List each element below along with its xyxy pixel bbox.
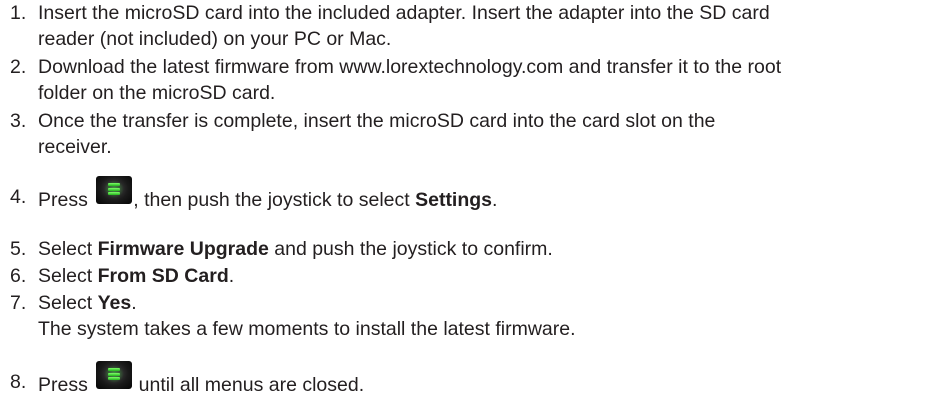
- step-prefix: Select: [38, 292, 98, 314]
- step-text-line: Select Yes.: [38, 290, 922, 316]
- step-note: The system takes a few moments to instal…: [38, 318, 576, 340]
- step-number: 6.: [10, 265, 27, 287]
- step-suffix: .: [492, 189, 498, 211]
- step-number: 8.: [10, 371, 27, 393]
- step-text-line: Press until all menus are closed.: [38, 361, 922, 398]
- step-text-line: Insert the microSD card into the include…: [38, 2, 770, 24]
- step-prefix: Select: [38, 265, 98, 287]
- step-text-line: Press , then push the joystick to select…: [38, 176, 922, 213]
- step-suffix: .: [228, 265, 235, 287]
- menu-button-icon: [96, 361, 133, 389]
- step-number: 3.: [10, 110, 27, 132]
- step-text-line: receiver.: [38, 136, 112, 158]
- step-text-line: folder on the microSD card.: [38, 82, 276, 104]
- step-bold-label: Settings: [415, 189, 493, 211]
- step-bold-label: Yes: [97, 292, 132, 314]
- menu-button-icon: [96, 176, 133, 204]
- step-number: 4.: [10, 186, 27, 208]
- step-suffix: .: [131, 292, 137, 314]
- step-bold-label: Firmware Upgrade: [97, 238, 269, 260]
- step-text-line: reader (not included) on your PC or Mac.: [38, 28, 392, 50]
- step-middle: , then push the joystick to select: [133, 189, 416, 211]
- step-text-line: Select From SD Card.: [38, 263, 922, 289]
- step-text-line: Download the latest firmware from www.lo…: [38, 56, 782, 78]
- step-number: 7.: [10, 292, 27, 314]
- step-prefix: Press: [38, 189, 94, 211]
- step-number: 1.: [10, 2, 27, 24]
- step-suffix: and push the joystick to confirm.: [268, 238, 553, 260]
- step-prefix: Select: [38, 238, 98, 260]
- step-number: 5.: [10, 238, 27, 260]
- step-number: 2.: [10, 56, 27, 78]
- step-text-line: Select Firmware Upgrade and push the joy…: [38, 236, 922, 262]
- step-suffix: until all menus are closed.: [133, 374, 365, 396]
- step-text-line: Once the transfer is complete, insert th…: [38, 110, 716, 132]
- step-bold-label: From SD Card: [97, 265, 229, 287]
- step-prefix: Press: [38, 374, 94, 396]
